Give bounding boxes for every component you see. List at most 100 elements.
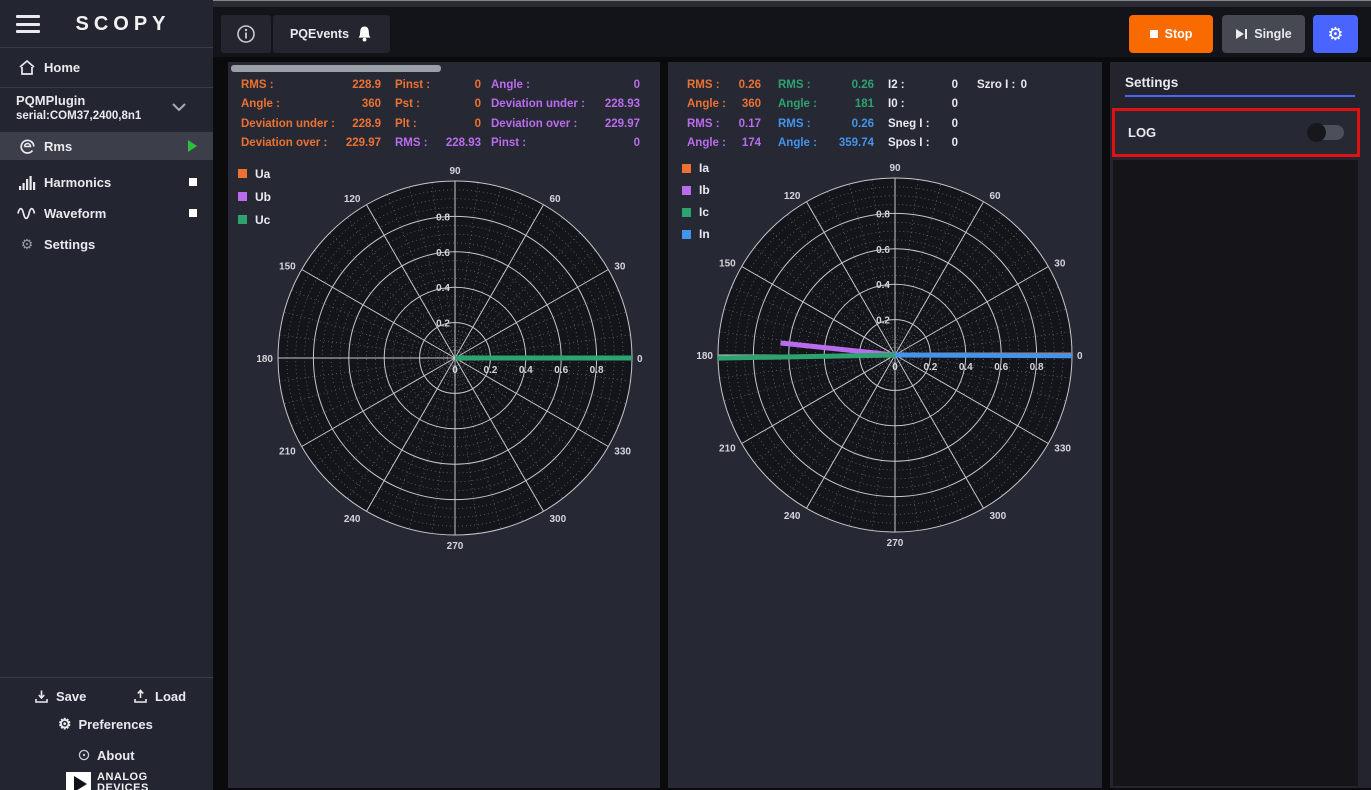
sidebar-item-home[interactable]: Home [0,53,213,81]
sidebar-item-harmonics[interactable]: Harmonics [0,168,213,196]
hamburger-menu-icon[interactable] [16,15,42,33]
angle-tick-label: 30 [614,262,626,273]
angle-tick-label: 0 [637,354,643,365]
stat-value: 0 [475,98,481,110]
stat-value: 360 [742,98,761,110]
save-button[interactable]: Save [34,684,86,708]
legend-swatch [238,215,247,224]
single-button[interactable]: Single [1222,15,1305,53]
stat-label: Pinst : [491,137,526,149]
angle-tick-label: 330 [1054,444,1071,455]
stop-button[interactable]: Stop [1129,15,1213,53]
angle-tick-label: 150 [279,262,296,273]
divider [0,677,213,678]
scopy-logo: SCOPY [58,13,188,36]
gear-icon: ⚙ [12,236,42,253]
nav-item-label: Rms [44,139,188,154]
stat-cell: Deviation under :228.93 [491,95,640,115]
plugin-name: PQMPlugin [16,93,196,108]
stat-value: 174 [742,137,761,149]
plugin-header[interactable]: PQMPlugin serial:COM37,2400,8n1 [16,93,196,122]
stat-value: 0 [952,118,958,130]
sidebar-item-rms[interactable]: Rms [0,132,213,160]
stopped-indicator-icon [189,209,197,217]
stat-cell: Angle :360 [687,95,761,115]
legend-swatch [682,230,691,239]
radial-tick-label: 0.6 [876,245,890,256]
stat-label: RMS : [687,118,720,130]
preferences-button[interactable]: ⚙ Preferences [58,712,153,736]
stat-cell: Pinst : 0 [491,134,640,154]
stat-value: 0 [634,137,640,149]
stat-label: RMS : [778,79,811,91]
stopped-indicator-icon [189,178,197,186]
save-label: Save [56,689,86,704]
stat-value: 359.74 [839,137,874,149]
angle-tick-label: 180 [256,354,273,365]
scopy-window: PQEvents Stop Single ⚙ [0,0,1371,790]
stats-scrollbar-thumb[interactable] [231,65,441,72]
adi-brand-line2: DEVICES [97,782,149,790]
angle-tick-label: 210 [719,444,736,455]
legend-swatch [682,208,691,217]
gear-icon: ⚙ [58,715,71,733]
stats-column: RMS :228.9Angle :360Deviation under :228… [241,75,381,153]
stat-label: Deviation over : [241,137,327,149]
sidebar-header: SCOPY [0,0,213,47]
sidebar-item-settings[interactable]: ⚙Settings [0,230,213,258]
chevron-down-icon[interactable] [172,99,186,117]
log-toggle-knob [1307,123,1326,142]
stat-label: Angle : [687,137,726,149]
info-button[interactable] [221,15,271,53]
bell-icon [356,25,373,43]
log-toggle[interactable] [1308,125,1344,140]
main-content: PQEvents Stop Single ⚙ [213,0,1371,790]
angle-tick-label: 30 [1054,259,1066,270]
stat-value: 0 [634,79,640,91]
sidebar: SCOPY Home PQMPlugin serial:COM37,2400,8… [0,0,213,790]
divider [0,87,213,88]
save-icon [34,689,49,704]
stat-cell: Angle : 359.74 [778,134,874,154]
gear-icon: ⚙ [1327,24,1343,45]
radial-tick-label: 0.8 [876,209,890,220]
load-button[interactable]: Load [133,684,186,708]
stat-label: Deviation under : [491,98,585,110]
stat-cell: RMS :228.9 [241,75,381,95]
single-button-label: Single [1254,27,1292,41]
stat-value: 0.26 [739,79,761,91]
stat-cell: Sneg I : 0 [888,114,958,134]
angle-tick-label: 270 [447,541,464,552]
stat-cell: I2 : 0 [888,75,958,95]
stat-value: 0 [952,79,958,91]
nav-item-label: Harmonics [44,175,189,190]
preferences-label: Preferences [78,717,152,732]
stat-label: Sneg I : [888,118,930,130]
stat-cell: RMS :0.17 [687,114,761,134]
angle-tick-label: 0 [1077,351,1083,362]
tab-pqevents[interactable]: PQEvents [273,15,390,53]
stat-cell: Deviation under :228.9 [241,114,381,134]
current-polar-plot: 03060901201501802102402703003300.20.40.6… [695,155,1095,555]
stat-cell: Angle :181 [778,95,874,115]
stat-label: Pinst : [395,79,430,91]
info-icon [235,23,257,45]
nav-item-label: Waveform [44,206,189,221]
radial-tick-label: 0.8 [1030,362,1044,373]
plugin-serial: serial:COM37,2400,8n1 [16,110,196,122]
stat-cell: Deviation over :229.97 [491,114,640,134]
rms-icon [12,138,42,155]
stat-label: RMS : [778,118,811,130]
stat-label: Szro I : [977,79,1015,91]
stats-column: Szro I :0 [977,75,1027,95]
stat-label: Angle : [241,98,280,110]
plot-settings-button[interactable]: ⚙ [1313,15,1358,53]
sidebar-item-waveform[interactable]: Waveform [0,199,213,227]
stat-label: I2 : [888,79,905,91]
angle-tick-label: 300 [990,511,1007,522]
stat-label: Angle : [778,137,817,149]
about-button[interactable]: About [78,744,135,766]
voltage-polar-plot: 03060901201501802102402703003300.20.40.6… [255,158,655,558]
stat-cell: Szro I :0 [977,75,1027,95]
harmonics-icon [12,175,42,190]
